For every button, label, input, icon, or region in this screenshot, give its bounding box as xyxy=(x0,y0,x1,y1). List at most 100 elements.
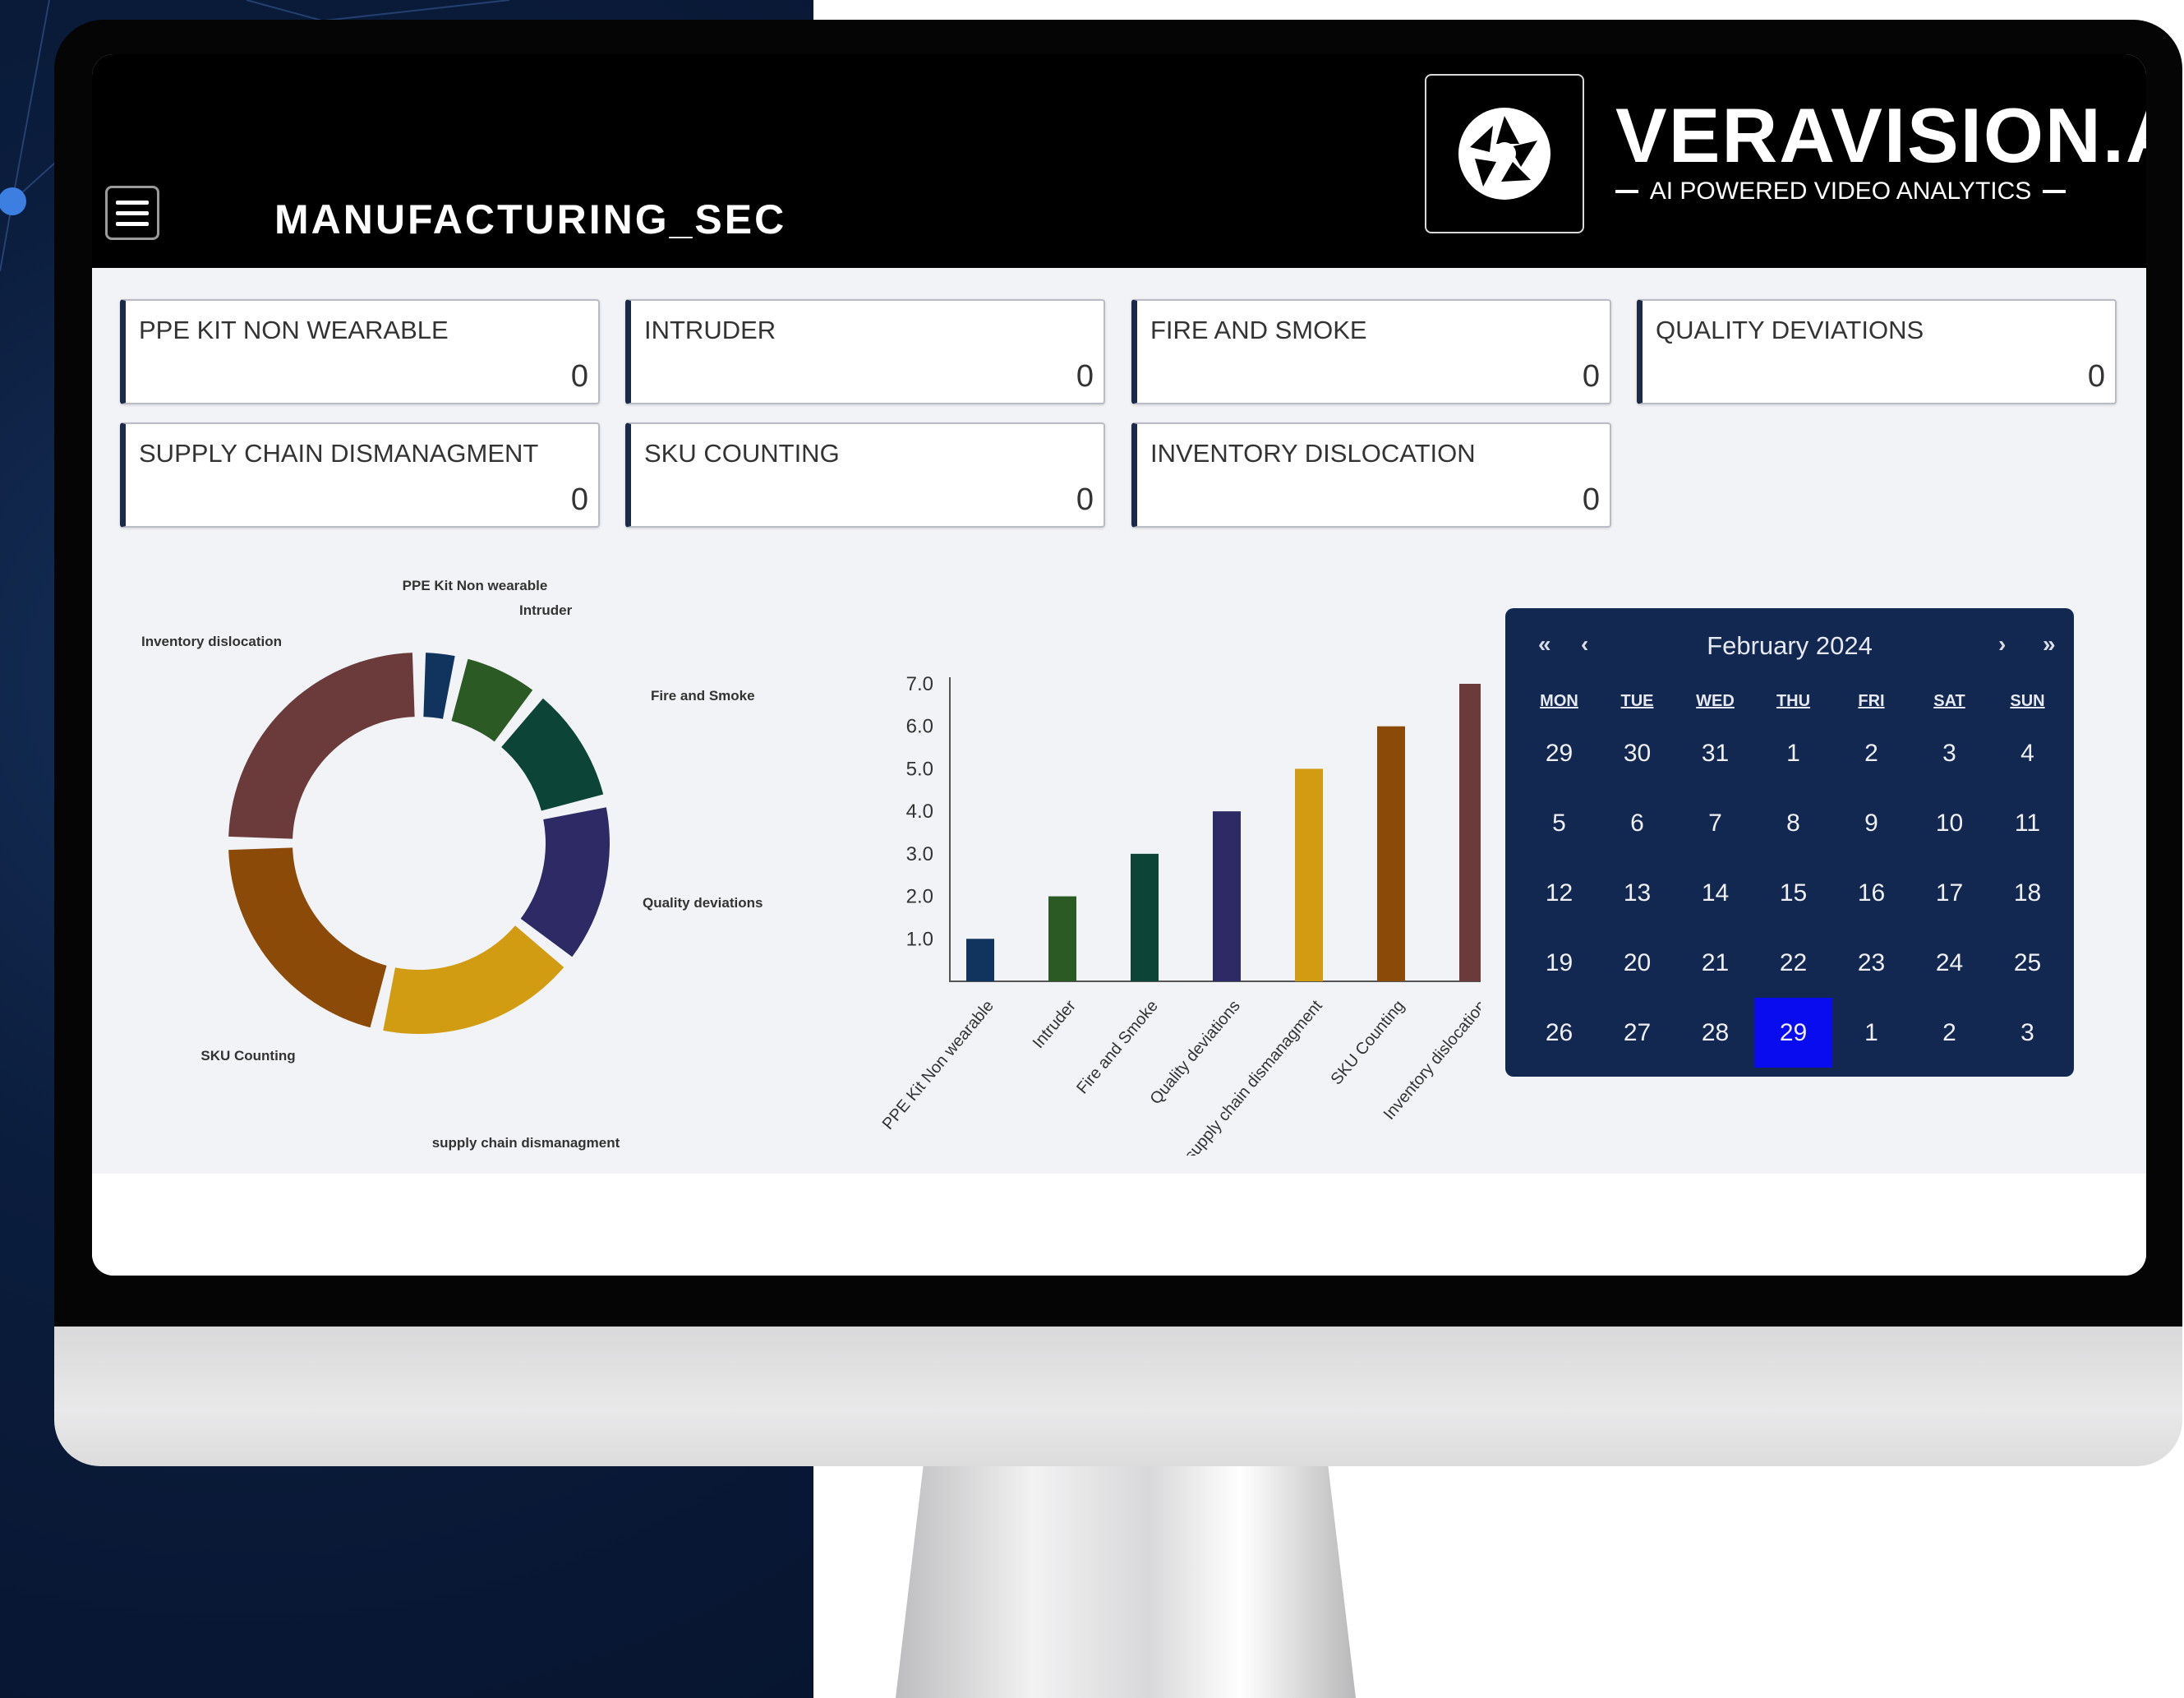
calendar-day[interactable]: 20 xyxy=(1598,928,1676,998)
calendar-week-row: 5 6 7 8 9 10 11 xyxy=(1520,788,2067,858)
camera-aperture-icon xyxy=(1458,108,1550,200)
stat-card-label: FIRE AND SMOKE xyxy=(1150,316,1367,344)
calendar-day[interactable]: 5 xyxy=(1520,788,1598,858)
bar[interactable] xyxy=(1295,768,1323,981)
donut-slice[interactable] xyxy=(383,925,564,1034)
stat-card-label: SKU COUNTING xyxy=(644,439,840,468)
calendar-day[interactable]: 13 xyxy=(1598,858,1676,928)
calendar-day[interactable]: 16 xyxy=(1832,858,1910,928)
calendar-day[interactable]: 1 xyxy=(1754,718,1832,788)
calendar-month-label: February 2024 xyxy=(1707,631,1873,660)
stat-card-label: SUPPLY CHAIN DISMANAGMENT xyxy=(139,439,539,468)
hamburger-menu-button[interactable] xyxy=(105,186,159,240)
calendar-day[interactable]: 17 xyxy=(1910,858,1988,928)
stat-card-intruder[interactable]: INTRUDER 0 xyxy=(625,299,1105,404)
donut-slice[interactable] xyxy=(423,653,455,719)
stat-card-label: INVENTORY DISLOCATION xyxy=(1150,439,1476,468)
donut-slice[interactable] xyxy=(228,847,387,1028)
bar[interactable] xyxy=(1459,684,1481,981)
calendar-day[interactable]: 7 xyxy=(1676,788,1754,858)
donut-slice[interactable] xyxy=(228,653,415,839)
stat-card-supply-chain[interactable]: SUPPLY CHAIN DISMANAGMENT 0 xyxy=(120,422,600,528)
brand-logo xyxy=(1425,74,1584,233)
calendar-week-row: 26 27 28 29 1 2 3 xyxy=(1520,998,2067,1068)
calendar-day[interactable]: 22 xyxy=(1754,928,1832,998)
calendar-day[interactable]: 26 xyxy=(1520,998,1598,1068)
calendar-day[interactable]: 8 xyxy=(1754,788,1832,858)
stat-card-inventory-dislocation[interactable]: INVENTORY DISLOCATION 0 xyxy=(1131,422,1611,528)
calendar-day[interactable]: 4 xyxy=(1988,718,2067,788)
bar[interactable] xyxy=(1213,811,1241,981)
calendar-day[interactable]: 12 xyxy=(1520,858,1598,928)
calendar-week-row: 12 13 14 15 16 17 18 xyxy=(1520,858,2067,928)
bar[interactable] xyxy=(1048,896,1076,981)
calendar-weekday-label: FRI xyxy=(1858,692,1885,710)
donut-slice[interactable] xyxy=(501,698,604,811)
stat-card-label: QUALITY DEVIATIONS xyxy=(1656,316,1924,344)
stat-card-fire-smoke[interactable]: FIRE AND SMOKE 0 xyxy=(1131,299,1611,404)
y-tick-label: 2.0 xyxy=(906,886,933,908)
calendar-day[interactable]: 1 xyxy=(1832,998,1910,1068)
calendar-weekday-label: MON xyxy=(1540,692,1578,710)
calendar-day[interactable]: 15 xyxy=(1754,858,1832,928)
calendar-day[interactable]: 24 xyxy=(1910,928,1988,998)
calendar-day[interactable]: 25 xyxy=(1988,928,2067,998)
calendar-day[interactable]: 28 xyxy=(1676,998,1754,1068)
monitor-chin xyxy=(54,1327,2182,1466)
bar[interactable] xyxy=(1377,726,1405,981)
stat-card-value: 0 xyxy=(570,482,588,517)
calendar-weekday-label: TUE xyxy=(1620,692,1654,710)
monitor-screen: MANUFACTURING_SEC VERAVISION.AI AI POWER… xyxy=(92,54,2146,1276)
x-tick-label: Fire and Smoke xyxy=(1073,997,1162,1097)
calendar-day[interactable]: 21 xyxy=(1676,928,1754,998)
donut-slice[interactable] xyxy=(520,807,610,957)
calendar-day[interactable]: 31 xyxy=(1676,718,1754,788)
donut-slice-label: Intruder xyxy=(519,602,573,618)
stat-card-quality-deviations[interactable]: QUALITY DEVIATIONS 0 xyxy=(1637,299,2117,404)
calendar-weekday-header: MON TUE WED THU FRI SAT SUN xyxy=(1520,684,2067,718)
donut-chart: PPE Kit Non wearable Intruder Fire and Smo… xyxy=(141,578,763,1151)
calendar-day[interactable]: 30 xyxy=(1598,718,1676,788)
calendar-day[interactable]: 10 xyxy=(1910,788,1988,858)
calendar-day[interactable]: 3 xyxy=(1988,998,2067,1068)
bar[interactable] xyxy=(1131,853,1159,981)
stat-card-label: INTRUDER xyxy=(644,316,776,344)
donut-slice-label: supply chain dismanagment xyxy=(432,1135,620,1151)
y-tick-label: 5.0 xyxy=(906,758,933,780)
calendar-day[interactable]: 6 xyxy=(1598,788,1676,858)
calendar-next-year-button[interactable]: » xyxy=(2043,631,2056,658)
stat-card-value: 0 xyxy=(570,359,588,394)
calendar-day[interactable]: 19 xyxy=(1520,928,1598,998)
y-tick-label: 1.0 xyxy=(906,928,933,950)
calendar-grid: MON TUE WED THU FRI SAT SUN 29 30 31 1 2 3 4 5 6 7 8 9 10 11… xyxy=(1520,684,2067,1068)
x-tick-label: SKU Counting xyxy=(1328,997,1408,1088)
donut-slice-label: Inventory dislocation xyxy=(141,634,282,649)
y-tick-label: 4.0 xyxy=(906,801,933,823)
brand-tagline: AI POWERED VIDEO ANALYTICS xyxy=(1615,178,2067,205)
calendar-day[interactable]: 18 xyxy=(1988,858,2067,928)
bar[interactable] xyxy=(966,939,994,981)
donut-slice-label: SKU Counting xyxy=(200,1048,295,1064)
x-tick-label: Intruder xyxy=(1030,997,1080,1052)
calendar-day[interactable]: 3 xyxy=(1910,718,1988,788)
calendar-day-selected[interactable]: 29 xyxy=(1754,998,1832,1068)
donut-slice-label: Fire and Smoke xyxy=(651,688,755,704)
stat-card-sku-counting[interactable]: SKU COUNTING 0 xyxy=(625,422,1105,528)
calendar-day[interactable]: 23 xyxy=(1832,928,1910,998)
app-header: MANUFACTURING_SEC VERAVISION.AI AI POWER… xyxy=(92,54,2146,268)
page-title: MANUFACTURING_SEC xyxy=(274,196,787,242)
calendar-day[interactable]: 11 xyxy=(1988,788,2067,858)
calendar-day[interactable]: 9 xyxy=(1832,788,1910,858)
stat-card-value: 0 xyxy=(1076,482,1094,517)
y-tick-label: 7.0 xyxy=(906,673,933,695)
stat-card-ppe[interactable]: PPE KIT NON WEARABLE 0 xyxy=(120,299,600,404)
calendar-day[interactable]: 14 xyxy=(1676,858,1754,928)
calendar-day[interactable]: 2 xyxy=(1910,998,1988,1068)
monitor-stand xyxy=(896,1466,1356,1698)
calendar-next-month-button[interactable]: › xyxy=(1998,631,2006,658)
stat-card-value: 0 xyxy=(1582,359,1600,394)
calendar-day[interactable]: 29 xyxy=(1520,718,1598,788)
calendar-day[interactable]: 2 xyxy=(1832,718,1910,788)
calendar-day[interactable]: 27 xyxy=(1598,998,1676,1068)
stat-card-label: PPE KIT NON WEARABLE xyxy=(139,316,449,344)
